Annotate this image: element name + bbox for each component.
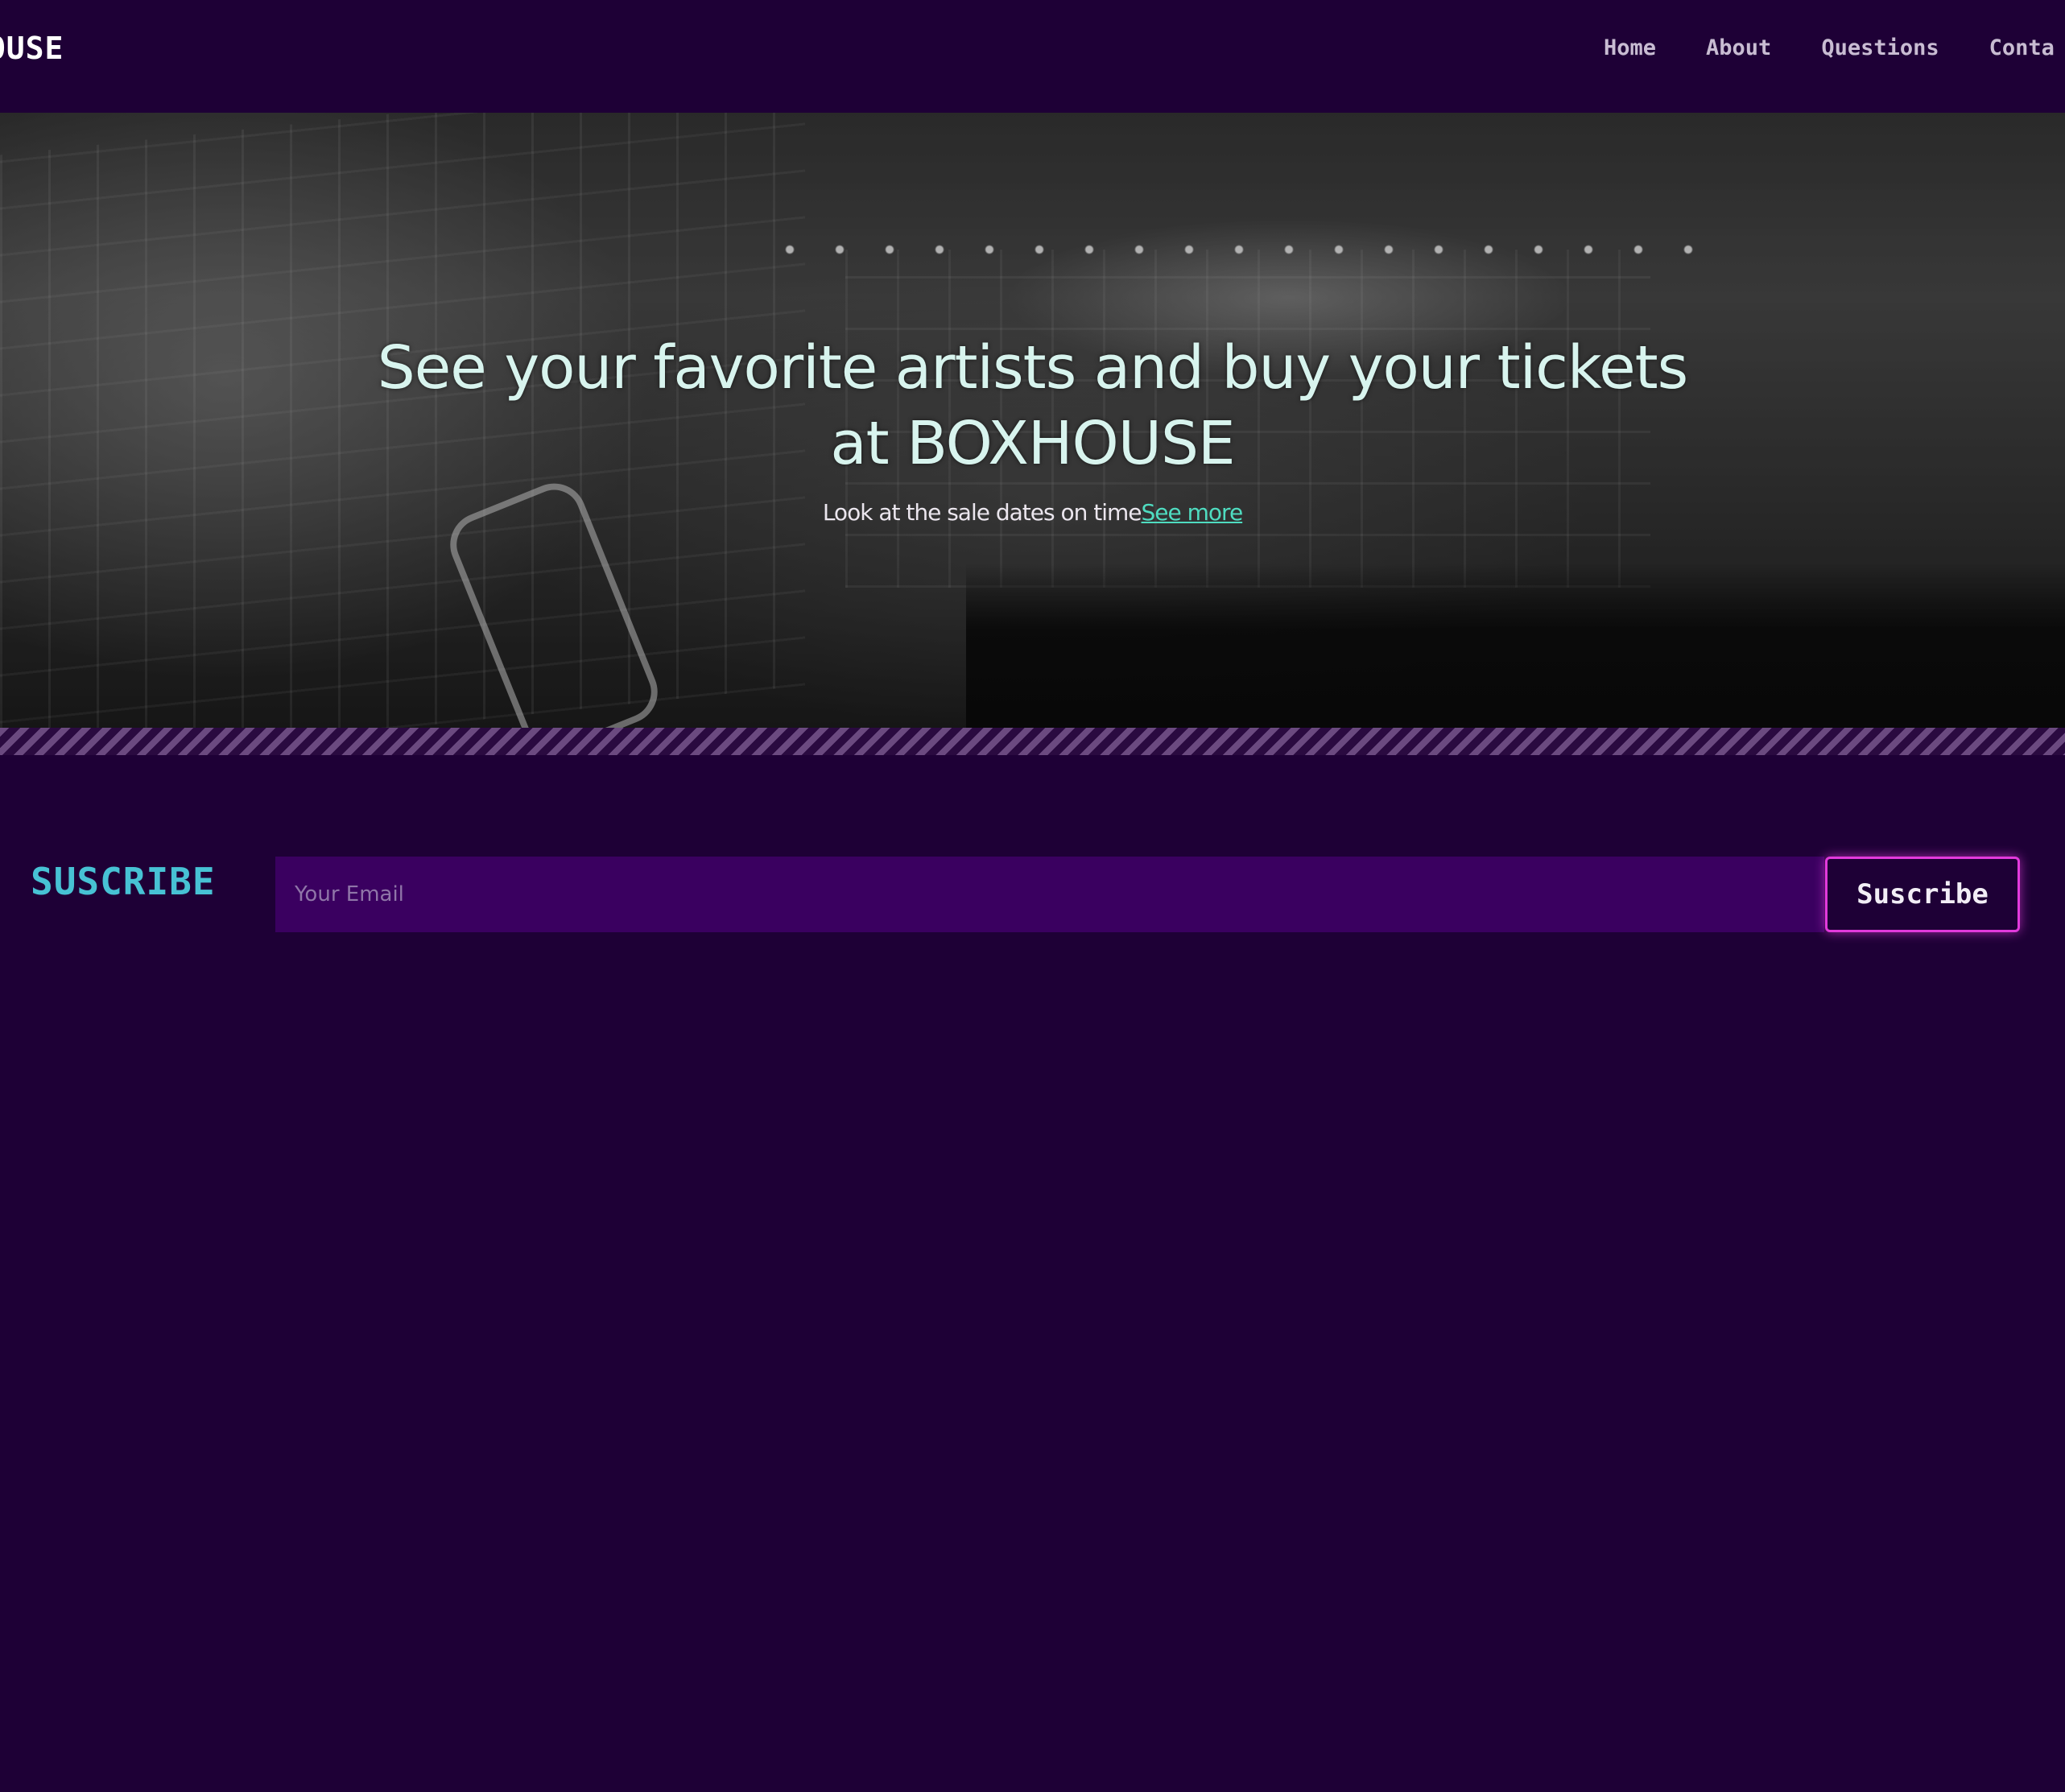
- subscribe-button[interactable]: Suscribe: [1825, 857, 2020, 932]
- main-nav: Home About Questions Conta: [1604, 35, 2055, 60]
- nav-link-contact[interactable]: Conta: [1989, 35, 2055, 60]
- striped-divider: [0, 728, 2065, 755]
- nav-link-questions[interactable]: Questions: [1821, 35, 1939, 60]
- hero-title: See your favorite artists and buy your t…: [377, 333, 1688, 478]
- subscribe-section: SUSCRIBE Suscribe: [0, 755, 2065, 971]
- page: HOUSE Home About Questions Conta See you…: [0, 0, 2065, 1792]
- hero-subtitle-line: Look at the sale dates on timeSee more: [0, 499, 2065, 526]
- empty-content-area: [0, 971, 2065, 1792]
- subscribe-heading: SUSCRIBE: [31, 860, 216, 903]
- brand-logo[interactable]: HOUSE: [0, 31, 64, 66]
- email-input[interactable]: [275, 857, 1824, 932]
- nav-link-home[interactable]: Home: [1604, 35, 1656, 60]
- hero-copy: See your favorite artists and buy your t…: [0, 330, 2065, 526]
- top-navbar: HOUSE Home About Questions Conta: [0, 0, 2065, 113]
- nav-link-about[interactable]: About: [1706, 35, 1771, 60]
- hero-subtitle: Look at the sale dates on time: [822, 499, 1142, 526]
- hero-banner: See your favorite artists and buy your t…: [0, 113, 2065, 728]
- see-more-link[interactable]: See more: [1142, 499, 1244, 526]
